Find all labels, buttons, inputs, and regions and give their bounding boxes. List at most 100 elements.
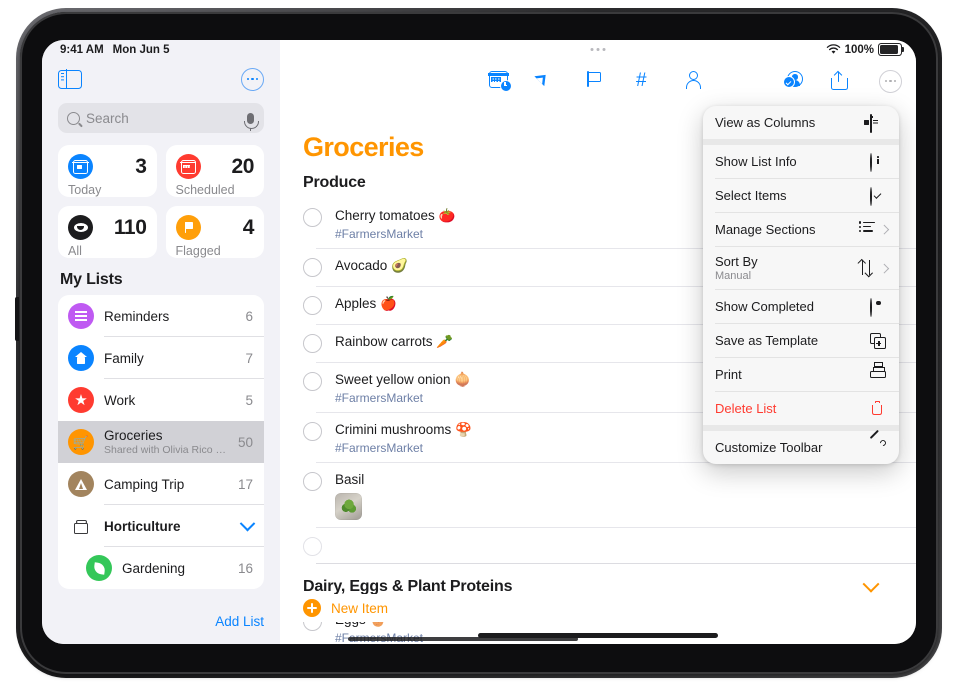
list-name: Horticulture <box>104 518 181 534</box>
add-date-icon[interactable] <box>488 71 512 92</box>
smart-lists-grid: 3 Today 20 Scheduled 110 All 4 Flagged <box>58 145 264 258</box>
menu-item-sort-by[interactable]: Sort By Manual <box>703 247 899 289</box>
menu-item-show-list-info[interactable]: Show List Info <box>703 145 899 178</box>
list-count: 5 <box>245 392 253 408</box>
menu-item-view-as-columns[interactable]: View as Columns <box>703 106 899 139</box>
complete-toggle[interactable] <box>303 208 322 227</box>
list-item-empty[interactable] <box>280 528 916 564</box>
sidebar-item-gardening[interactable]: Gardening 16 <box>58 547 264 589</box>
menu-item-save-as-template[interactable]: Save as Template <box>703 324 899 357</box>
new-item-label: New Item <box>331 600 389 616</box>
list-options-menu: View as Columns Show List Info Select It… <box>703 106 899 464</box>
scheduled-icon <box>175 154 201 179</box>
chevron-down-icon[interactable] <box>862 575 880 593</box>
list-count: 7 <box>245 350 253 366</box>
work-list-icon: ★ <box>68 387 94 413</box>
complete-toggle[interactable] <box>303 537 322 556</box>
menu-sublabel: Manual <box>715 270 752 282</box>
chevron-down-icon[interactable] <box>239 515 256 531</box>
search-icon <box>67 111 80 125</box>
list-name: Groceries <box>104 428 163 443</box>
menu-item-print[interactable]: Print <box>703 358 899 391</box>
flagged-label: Flagged <box>175 244 221 258</box>
screen: 9:41 AM Mon Jun 5 Search 3 Today 20 Sche… <box>42 40 916 644</box>
complete-toggle[interactable] <box>303 472 322 491</box>
eye-icon <box>870 297 887 317</box>
smart-card-today[interactable]: 3 Today <box>58 145 157 197</box>
list-name: Reminders <box>104 308 170 324</box>
list-count: 16 <box>237 560 253 576</box>
menu-label: Select Items <box>715 188 787 203</box>
more-icon[interactable] <box>879 69 902 93</box>
sidebar-item-work[interactable]: ★ Work 5 <box>58 379 264 421</box>
today-count: 3 <box>135 154 147 178</box>
complete-toggle[interactable] <box>303 296 322 315</box>
add-list-button[interactable]: Add List <box>215 614 264 629</box>
share-participants-icon[interactable] <box>783 71 805 91</box>
info-icon <box>870 152 887 172</box>
window-grabber[interactable] <box>590 48 606 51</box>
section-title: Produce <box>303 174 366 191</box>
menu-label: Manage Sections <box>715 222 816 237</box>
complete-toggle[interactable] <box>303 334 322 353</box>
status-right: 100% <box>826 43 904 56</box>
device-side-button <box>15 297 19 341</box>
smart-card-flagged[interactable]: 4 Flagged <box>165 206 264 258</box>
sidebar-item-groceries[interactable]: 🛒 Groceries Shared with Olivia Rico & 3.… <box>58 421 264 463</box>
sidebar-item-camping-trip[interactable]: Camping Trip 17 <box>58 463 264 505</box>
menu-item-show-completed[interactable]: Show Completed <box>703 290 899 323</box>
ipad-device-frame: 9:41 AM Mon Jun 5 Search 3 Today 20 Sche… <box>15 8 942 678</box>
scheduled-count: 20 <box>231 154 254 178</box>
family-list-icon <box>68 345 94 371</box>
scheduled-label: Scheduled <box>175 183 235 197</box>
sort-icon <box>859 260 876 276</box>
sidebar: 9:41 AM Mon Jun 5 Search 3 Today 20 Sche… <box>42 40 280 644</box>
location-icon[interactable] <box>534 69 560 91</box>
new-item-button[interactable]: New Item <box>280 594 916 622</box>
list-name: Gardening <box>122 560 186 576</box>
home-indicator <box>478 633 718 638</box>
microphone-icon[interactable] <box>244 112 259 131</box>
groceries-list-icon: 🛒 <box>68 429 94 455</box>
menu-item-select-items[interactable]: Select Items <box>703 179 899 212</box>
menu-label: Print <box>715 367 742 382</box>
menu-item-delete-list[interactable]: Delete List <box>703 392 899 425</box>
smart-card-all[interactable]: 110 All <box>58 206 157 258</box>
list-item[interactable]: Basil <box>280 463 916 528</box>
search-placeholder: Search <box>86 110 129 126</box>
sidebar-toggle-icon[interactable] <box>58 68 82 90</box>
menu-label: Save as Template <box>715 333 819 348</box>
template-icon <box>870 333 887 349</box>
camping-list-icon <box>68 471 94 497</box>
sidebar-item-reminders[interactable]: Reminders 6 <box>58 295 264 337</box>
menu-label: Delete List <box>715 401 777 416</box>
list-name: Work <box>104 392 136 408</box>
complete-toggle[interactable] <box>303 422 322 441</box>
trash-icon <box>870 400 887 417</box>
gardening-list-icon <box>86 555 112 581</box>
printer-icon <box>870 362 887 383</box>
list-count: 6 <box>245 308 253 324</box>
person-icon[interactable] <box>685 71 707 91</box>
complete-toggle[interactable] <box>303 372 322 391</box>
tag-icon[interactable]: # <box>636 71 658 91</box>
list-name: Camping Trip <box>104 476 185 492</box>
sidebar-item-family[interactable]: Family 7 <box>58 337 264 379</box>
complete-toggle[interactable] <box>303 258 322 277</box>
menu-label: Sort By <box>715 254 758 269</box>
search-input[interactable]: Search <box>58 103 264 133</box>
battery-icon <box>878 43 904 56</box>
list-count: 50 <box>237 434 253 450</box>
columns-icon <box>864 113 887 133</box>
share-icon[interactable] <box>831 71 853 91</box>
smart-card-scheduled[interactable]: 20 Scheduled <box>165 145 264 197</box>
sidebar-more-icon[interactable] <box>241 67 264 91</box>
main-pane: 100% # Groceries Produce Cherry tomatoes… <box>280 40 916 644</box>
item-photo-attachment[interactable] <box>335 493 362 520</box>
flag-icon[interactable] <box>587 71 609 91</box>
menu-item-customize-toolbar[interactable]: Customize Toolbar <box>703 431 899 464</box>
menu-item-manage-sections[interactable]: Manage Sections <box>703 213 899 246</box>
flagged-count: 4 <box>242 215 255 239</box>
sidebar-group-horticulture[interactable]: Horticulture <box>58 505 264 547</box>
all-label: All <box>68 244 82 258</box>
